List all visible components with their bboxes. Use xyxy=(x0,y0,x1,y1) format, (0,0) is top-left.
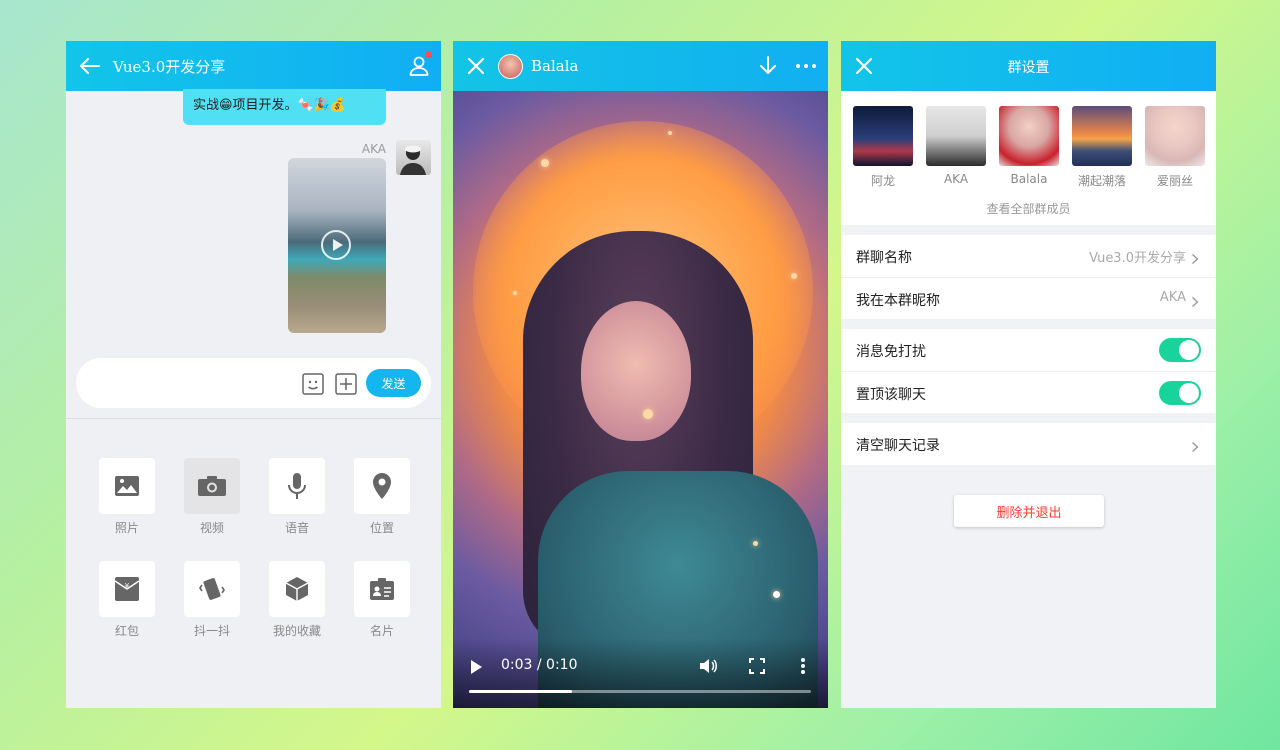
download-icon[interactable] xyxy=(756,54,780,78)
chat-panel: Vue3.0开发分享 实战😁项目开发。🍬🎉💰 AKA 发送 照片 视频 语音 位… xyxy=(66,41,441,708)
send-button[interactable]: 发送 xyxy=(366,369,421,397)
shake-icon[interactable] xyxy=(184,561,240,617)
member-item[interactable]: 潮起潮落 xyxy=(1072,106,1132,189)
member-list: 阿龙 AKA Balala 潮起潮落 爱丽丝 查看全部群成员 xyxy=(841,91,1216,225)
camera-icon[interactable] xyxy=(184,458,240,514)
contact-card-icon[interactable] xyxy=(354,561,410,617)
row-label: 清空聊天记录 xyxy=(856,438,940,454)
video-author: Balala xyxy=(531,57,579,75)
notification-dot xyxy=(425,51,432,58)
play-icon[interactable] xyxy=(471,660,482,674)
tool-red-envelope[interactable]: ¥ 红包 xyxy=(99,561,155,639)
tool-location[interactable]: 位置 xyxy=(354,458,410,536)
row-label: 我在本群昵称 xyxy=(856,293,940,309)
tool-label: 视频 xyxy=(199,521,224,535)
tool-favorites[interactable]: 我的收藏 xyxy=(269,561,325,639)
image-icon[interactable] xyxy=(99,458,155,514)
member-item[interactable]: Balala xyxy=(999,106,1059,186)
tool-label: 抖一抖 xyxy=(193,624,230,638)
chevron-right-icon xyxy=(1191,438,1199,453)
settings-panel: 群设置 阿龙 AKA Balala 潮起潮落 爱丽丝 查看全部群成员 群聊名称 … xyxy=(841,41,1216,708)
tool-photo[interactable]: 照片 xyxy=(99,458,155,536)
member-name: AKA xyxy=(943,172,969,186)
add-icon[interactable] xyxy=(335,373,357,395)
row-label: 群聊名称 xyxy=(856,250,912,266)
row-label: 置顶该聊天 xyxy=(856,387,926,403)
tool-label: 照片 xyxy=(114,521,139,535)
avatar[interactable] xyxy=(926,106,986,166)
member-name: 潮起潮落 xyxy=(1077,174,1126,188)
svg-text:¥: ¥ xyxy=(125,582,130,590)
divider xyxy=(66,418,441,419)
view-all-members-link[interactable]: 查看全部群成员 xyxy=(841,200,1216,217)
chat-header: Vue3.0开发分享 xyxy=(66,41,441,91)
avatar[interactable] xyxy=(498,54,523,79)
red-envelope-icon[interactable]: ¥ xyxy=(99,561,155,617)
avatar[interactable] xyxy=(853,106,913,166)
tool-label: 红包 xyxy=(114,624,139,638)
pin-row: 置顶该聊天 xyxy=(841,371,1216,413)
avatar[interactable] xyxy=(1072,106,1132,166)
message-input-bar: 发送 xyxy=(76,358,431,408)
member-name: 爱丽丝 xyxy=(1156,174,1193,188)
tool-label: 位置 xyxy=(369,521,394,535)
row-value: AKA xyxy=(1159,290,1186,305)
avatar[interactable] xyxy=(396,140,431,175)
location-pin-icon[interactable] xyxy=(354,458,410,514)
tool-voice[interactable]: 语音 xyxy=(269,458,325,536)
chat-title: Vue3.0开发分享 xyxy=(113,58,226,76)
volume-icon[interactable] xyxy=(698,656,718,676)
emoji-icon[interactable] xyxy=(302,373,324,395)
delete-and-exit-button[interactable]: 删除并退出 xyxy=(954,495,1104,527)
tool-contact-card[interactable]: 名片 xyxy=(354,561,410,639)
cube-icon[interactable] xyxy=(269,561,325,617)
nickname-row[interactable]: 我在本群昵称 AKA xyxy=(841,277,1216,319)
member-name: 阿龙 xyxy=(870,174,895,188)
row-label: 消息免打扰 xyxy=(856,344,926,360)
message-input[interactable] xyxy=(96,370,296,396)
mute-toggle[interactable] xyxy=(1159,338,1201,362)
member-item[interactable]: 阿龙 xyxy=(853,106,913,189)
microphone-icon[interactable] xyxy=(269,458,325,514)
video-header: Balala xyxy=(453,41,828,91)
video-controls: 0:03 / 0:10 xyxy=(453,638,828,708)
tool-shake[interactable]: 抖一抖 xyxy=(184,561,240,639)
sender-name: AKA xyxy=(361,142,386,156)
close-icon[interactable] xyxy=(465,55,487,77)
tool-label: 我的收藏 xyxy=(272,624,321,638)
fullscreen-icon[interactable] xyxy=(748,657,766,675)
pin-toggle[interactable] xyxy=(1159,381,1201,405)
tool-label: 名片 xyxy=(369,624,394,638)
back-arrow-icon[interactable] xyxy=(78,54,102,78)
video-progress-bar[interactable] xyxy=(469,690,811,693)
member-item[interactable]: 爱丽丝 xyxy=(1145,106,1205,189)
video-message[interactable] xyxy=(288,158,386,333)
video-panel: 0:03 / 0:10 Balala xyxy=(453,41,828,708)
progress-fill xyxy=(469,690,572,693)
row-value: Vue3.0开发分享 xyxy=(1089,251,1186,266)
tool-label: 语音 xyxy=(284,521,309,535)
group-name-row[interactable]: 群聊名称 Vue3.0开发分享 xyxy=(841,235,1216,277)
settings-header: 群设置 xyxy=(841,41,1216,91)
member-item[interactable]: AKA xyxy=(926,106,986,186)
page-title: 群设置 xyxy=(1007,60,1050,76)
video-frame[interactable]: 0:03 / 0:10 xyxy=(453,91,828,708)
mute-row: 消息免打扰 xyxy=(841,329,1216,371)
more-vertical-icon[interactable] xyxy=(798,656,808,676)
video-time: 0:03 / 0:10 xyxy=(501,657,578,673)
play-icon[interactable] xyxy=(321,230,351,260)
chevron-right-icon xyxy=(1191,293,1199,308)
message-bubble: 实战😁项目开发。🍬🎉💰 xyxy=(183,89,386,125)
tool-video[interactable]: 视频 xyxy=(184,458,240,536)
chevron-right-icon xyxy=(1191,250,1199,265)
avatar[interactable] xyxy=(999,106,1059,166)
avatar[interactable] xyxy=(1145,106,1205,166)
more-icon[interactable] xyxy=(794,54,818,78)
member-name: Balala xyxy=(1010,172,1048,186)
clear-history-row[interactable]: 清空聊天记录 xyxy=(841,423,1216,465)
